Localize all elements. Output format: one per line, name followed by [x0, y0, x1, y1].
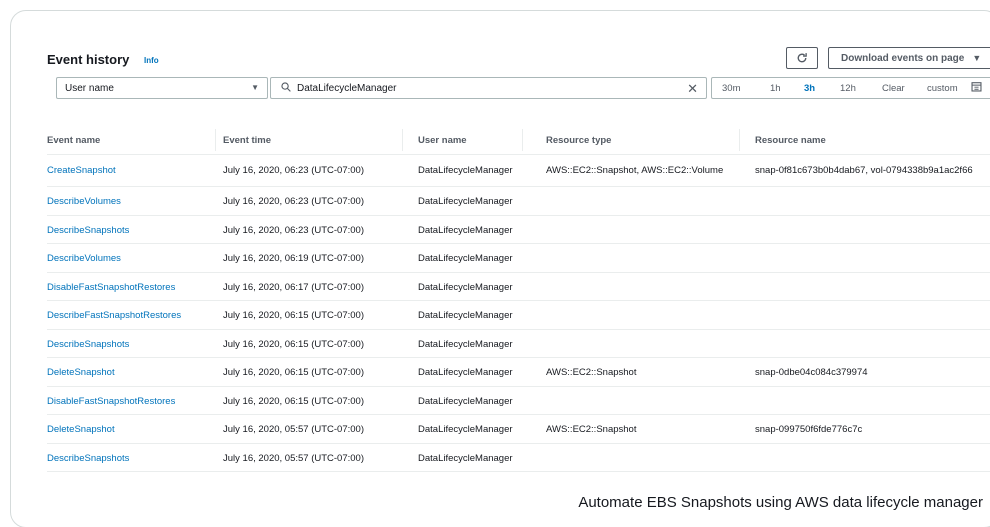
range-custom[interactable]: custom — [927, 83, 958, 94]
refresh-icon — [797, 53, 807, 63]
table-row[interactable]: DescribeVolumes July 16, 2020, 06:19 (UTC… — [47, 244, 990, 273]
resource-type: AWS::EC2::Snapshot — [546, 424, 637, 435]
attribute-select[interactable]: User name ▼ — [56, 77, 268, 99]
resource-type: AWS::EC2::Snapshot, AWS::EC2::Volume — [546, 165, 724, 176]
event-time: July 16, 2020, 06:15 (UTC-07:00) — [223, 338, 364, 350]
event-name-link[interactable]: DeleteSnapshot — [47, 367, 115, 378]
column-header-event-time[interactable]: Event time — [223, 135, 271, 146]
column-header-resource-name[interactable]: Resource name — [755, 135, 826, 146]
search-input[interactable]: DataLifecycleManager ✕ — [270, 77, 707, 99]
resource-name: snap-0f81c673b0b4dab67, vol-0794338b9a1a… — [755, 165, 973, 176]
user-name: DataLifecycleManager — [418, 338, 513, 350]
event-name-link[interactable]: DisableFastSnapshotRestores — [47, 396, 175, 407]
refresh-button[interactable] — [786, 47, 818, 69]
page-title: Event history — [47, 52, 130, 67]
event-time: July 16, 2020, 06:19 (UTC-07:00) — [223, 253, 364, 264]
table-row[interactable]: DescribeSnapshots July 16, 2020, 06:15 (U… — [47, 330, 990, 358]
table-row[interactable]: DescribeFastSnapshotRestores July 16, 202… — [47, 301, 990, 330]
range-1h[interactable]: 1h — [770, 83, 781, 94]
caption: Automate EBS Snapshots using AWS data li… — [578, 494, 983, 511]
event-history-card: Event history Info Download events on pa… — [10, 10, 990, 527]
event-time: July 16, 2020, 06:23 (UTC-07:00) — [223, 224, 364, 236]
event-name-link[interactable]: DescribeVolumes — [47, 196, 121, 207]
column-divider — [739, 129, 740, 151]
table-row[interactable]: DisableFastSnapshotRestores July 16, 2020… — [47, 387, 990, 415]
range-12h[interactable]: 12h — [840, 83, 856, 94]
table-row[interactable]: DeleteSnapshot July 16, 2020, 06:15 (UTC-… — [47, 358, 990, 387]
event-name-link[interactable]: DeleteSnapshot — [47, 424, 115, 435]
time-range-selector: 30m 1h 3h 12h Clear custom — [711, 77, 990, 99]
table-row[interactable]: DescribeVolumes July 16, 2020, 06:23 (UTC… — [47, 187, 990, 216]
event-time: July 16, 2020, 06:15 (UTC-07:00) — [223, 395, 364, 407]
user-name: DataLifecycleManager — [418, 310, 513, 321]
user-name: DataLifecycleManager — [418, 281, 513, 293]
user-name: DataLifecycleManager — [418, 165, 513, 176]
event-name-link[interactable]: DescribeFastSnapshotRestores — [47, 310, 181, 321]
table-row[interactable]: DescribeSnapshots July 16, 2020, 05:57 (U… — [47, 444, 990, 472]
event-time: July 16, 2020, 06:23 (UTC-07:00) — [223, 165, 364, 176]
info-link[interactable]: Info — [144, 56, 159, 65]
table-row[interactable]: DescribeSnapshots July 16, 2020, 06:23 (U… — [47, 216, 990, 244]
event-time: July 16, 2020, 06:15 (UTC-07:00) — [223, 310, 364, 321]
table-row[interactable]: CreateSnapshot July 16, 2020, 06:23 (UTC-… — [47, 155, 990, 187]
column-header-event-name[interactable]: Event name — [47, 135, 100, 146]
event-name-link[interactable]: DescribeSnapshots — [47, 339, 129, 350]
download-events-button[interactable]: Download events on page ▼ — [828, 47, 990, 69]
search-input-value: DataLifecycleManager — [297, 82, 397, 94]
table-body: CreateSnapshot July 16, 2020, 06:23 (UTC-… — [47, 155, 990, 472]
resource-name: snap-099750f6fde776c7c — [755, 424, 863, 435]
event-time: July 16, 2020, 06:23 (UTC-07:00) — [223, 196, 364, 207]
caret-down-icon: ▼ — [972, 53, 982, 63]
event-name-link[interactable]: DescribeSnapshots — [47, 453, 129, 464]
table-row[interactable]: DeleteSnapshot July 16, 2020, 05:57 (UTC-… — [47, 415, 990, 444]
user-name: DataLifecycleManager — [418, 253, 513, 264]
column-divider — [402, 129, 403, 151]
event-time: July 16, 2020, 06:17 (UTC-07:00) — [223, 281, 364, 293]
resource-type: AWS::EC2::Snapshot — [546, 367, 637, 378]
table-header: Event name Event time User name Resource… — [47, 129, 990, 155]
download-events-label: Download events on page — [841, 52, 965, 64]
clear-search-icon[interactable]: ✕ — [687, 81, 698, 97]
resource-name: snap-0dbe04c084c379974 — [755, 367, 868, 378]
table-row[interactable]: DisableFastSnapshotRestores July 16, 2020… — [47, 273, 990, 301]
user-name: DataLifecycleManager — [418, 367, 513, 378]
event-name-link[interactable]: DescribeSnapshots — [47, 225, 129, 236]
calendar-icon[interactable] — [971, 81, 982, 95]
caret-down-icon: ▼ — [251, 83, 259, 92]
user-name: DataLifecycleManager — [418, 452, 513, 464]
column-header-resource-type[interactable]: Resource type — [546, 135, 611, 146]
event-time: July 16, 2020, 06:15 (UTC-07:00) — [223, 367, 364, 378]
column-divider — [215, 129, 216, 151]
event-time: July 16, 2020, 05:57 (UTC-07:00) — [223, 424, 364, 435]
events-table: Event name Event time User name Resource… — [47, 129, 990, 472]
event-name-link[interactable]: DescribeVolumes — [47, 253, 121, 264]
user-name: DataLifecycleManager — [418, 196, 513, 207]
user-name: DataLifecycleManager — [418, 395, 513, 407]
range-clear[interactable]: Clear — [882, 83, 905, 94]
event-time: July 16, 2020, 05:57 (UTC-07:00) — [223, 452, 364, 464]
user-name: DataLifecycleManager — [418, 224, 513, 236]
column-divider — [522, 129, 523, 151]
search-icon — [281, 81, 291, 95]
user-name: DataLifecycleManager — [418, 424, 513, 435]
event-name-link[interactable]: CreateSnapshot — [47, 165, 116, 176]
attribute-select-value: User name — [65, 82, 114, 94]
column-header-user-name[interactable]: User name — [418, 135, 467, 146]
range-30m[interactable]: 30m — [722, 83, 740, 94]
event-name-link[interactable]: DisableFastSnapshotRestores — [47, 282, 175, 293]
range-3h[interactable]: 3h — [804, 83, 815, 94]
